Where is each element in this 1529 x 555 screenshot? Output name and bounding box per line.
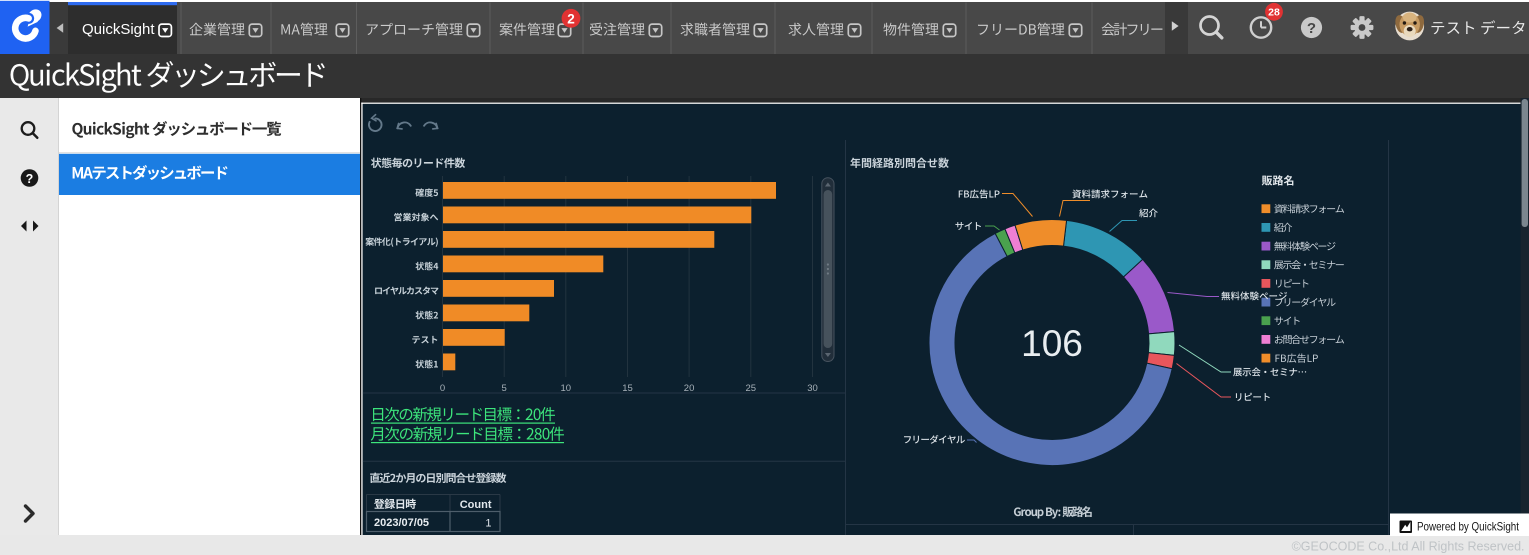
svg-text:©GEOCODE Co.,Ltd All Rights Re: ©GEOCODE Co.,Ltd All Rights Reserved. bbox=[1292, 540, 1525, 554]
svg-text:0: 0 bbox=[440, 383, 445, 394]
svg-text:28: 28 bbox=[1268, 7, 1280, 19]
svg-text:25: 25 bbox=[746, 383, 757, 394]
svg-text:Powered by QuickSight: Powered by QuickSight bbox=[1417, 520, 1520, 534]
svg-text:10: 10 bbox=[561, 383, 572, 394]
svg-text:20: 20 bbox=[684, 383, 695, 394]
svg-text:15: 15 bbox=[622, 383, 633, 394]
svg-text:2: 2 bbox=[567, 11, 575, 26]
svg-text:?: ? bbox=[26, 172, 34, 186]
svg-text:106: 106 bbox=[1021, 323, 1083, 364]
svg-text:1: 1 bbox=[485, 518, 491, 530]
svg-text:Count: Count bbox=[460, 499, 492, 511]
svg-text:5: 5 bbox=[502, 383, 507, 394]
svg-text:?: ? bbox=[1307, 20, 1316, 37]
svg-text:2023/07/05: 2023/07/05 bbox=[374, 517, 429, 529]
svg-text:QuickSight: QuickSight bbox=[82, 21, 155, 38]
svg-text:30: 30 bbox=[807, 383, 818, 394]
